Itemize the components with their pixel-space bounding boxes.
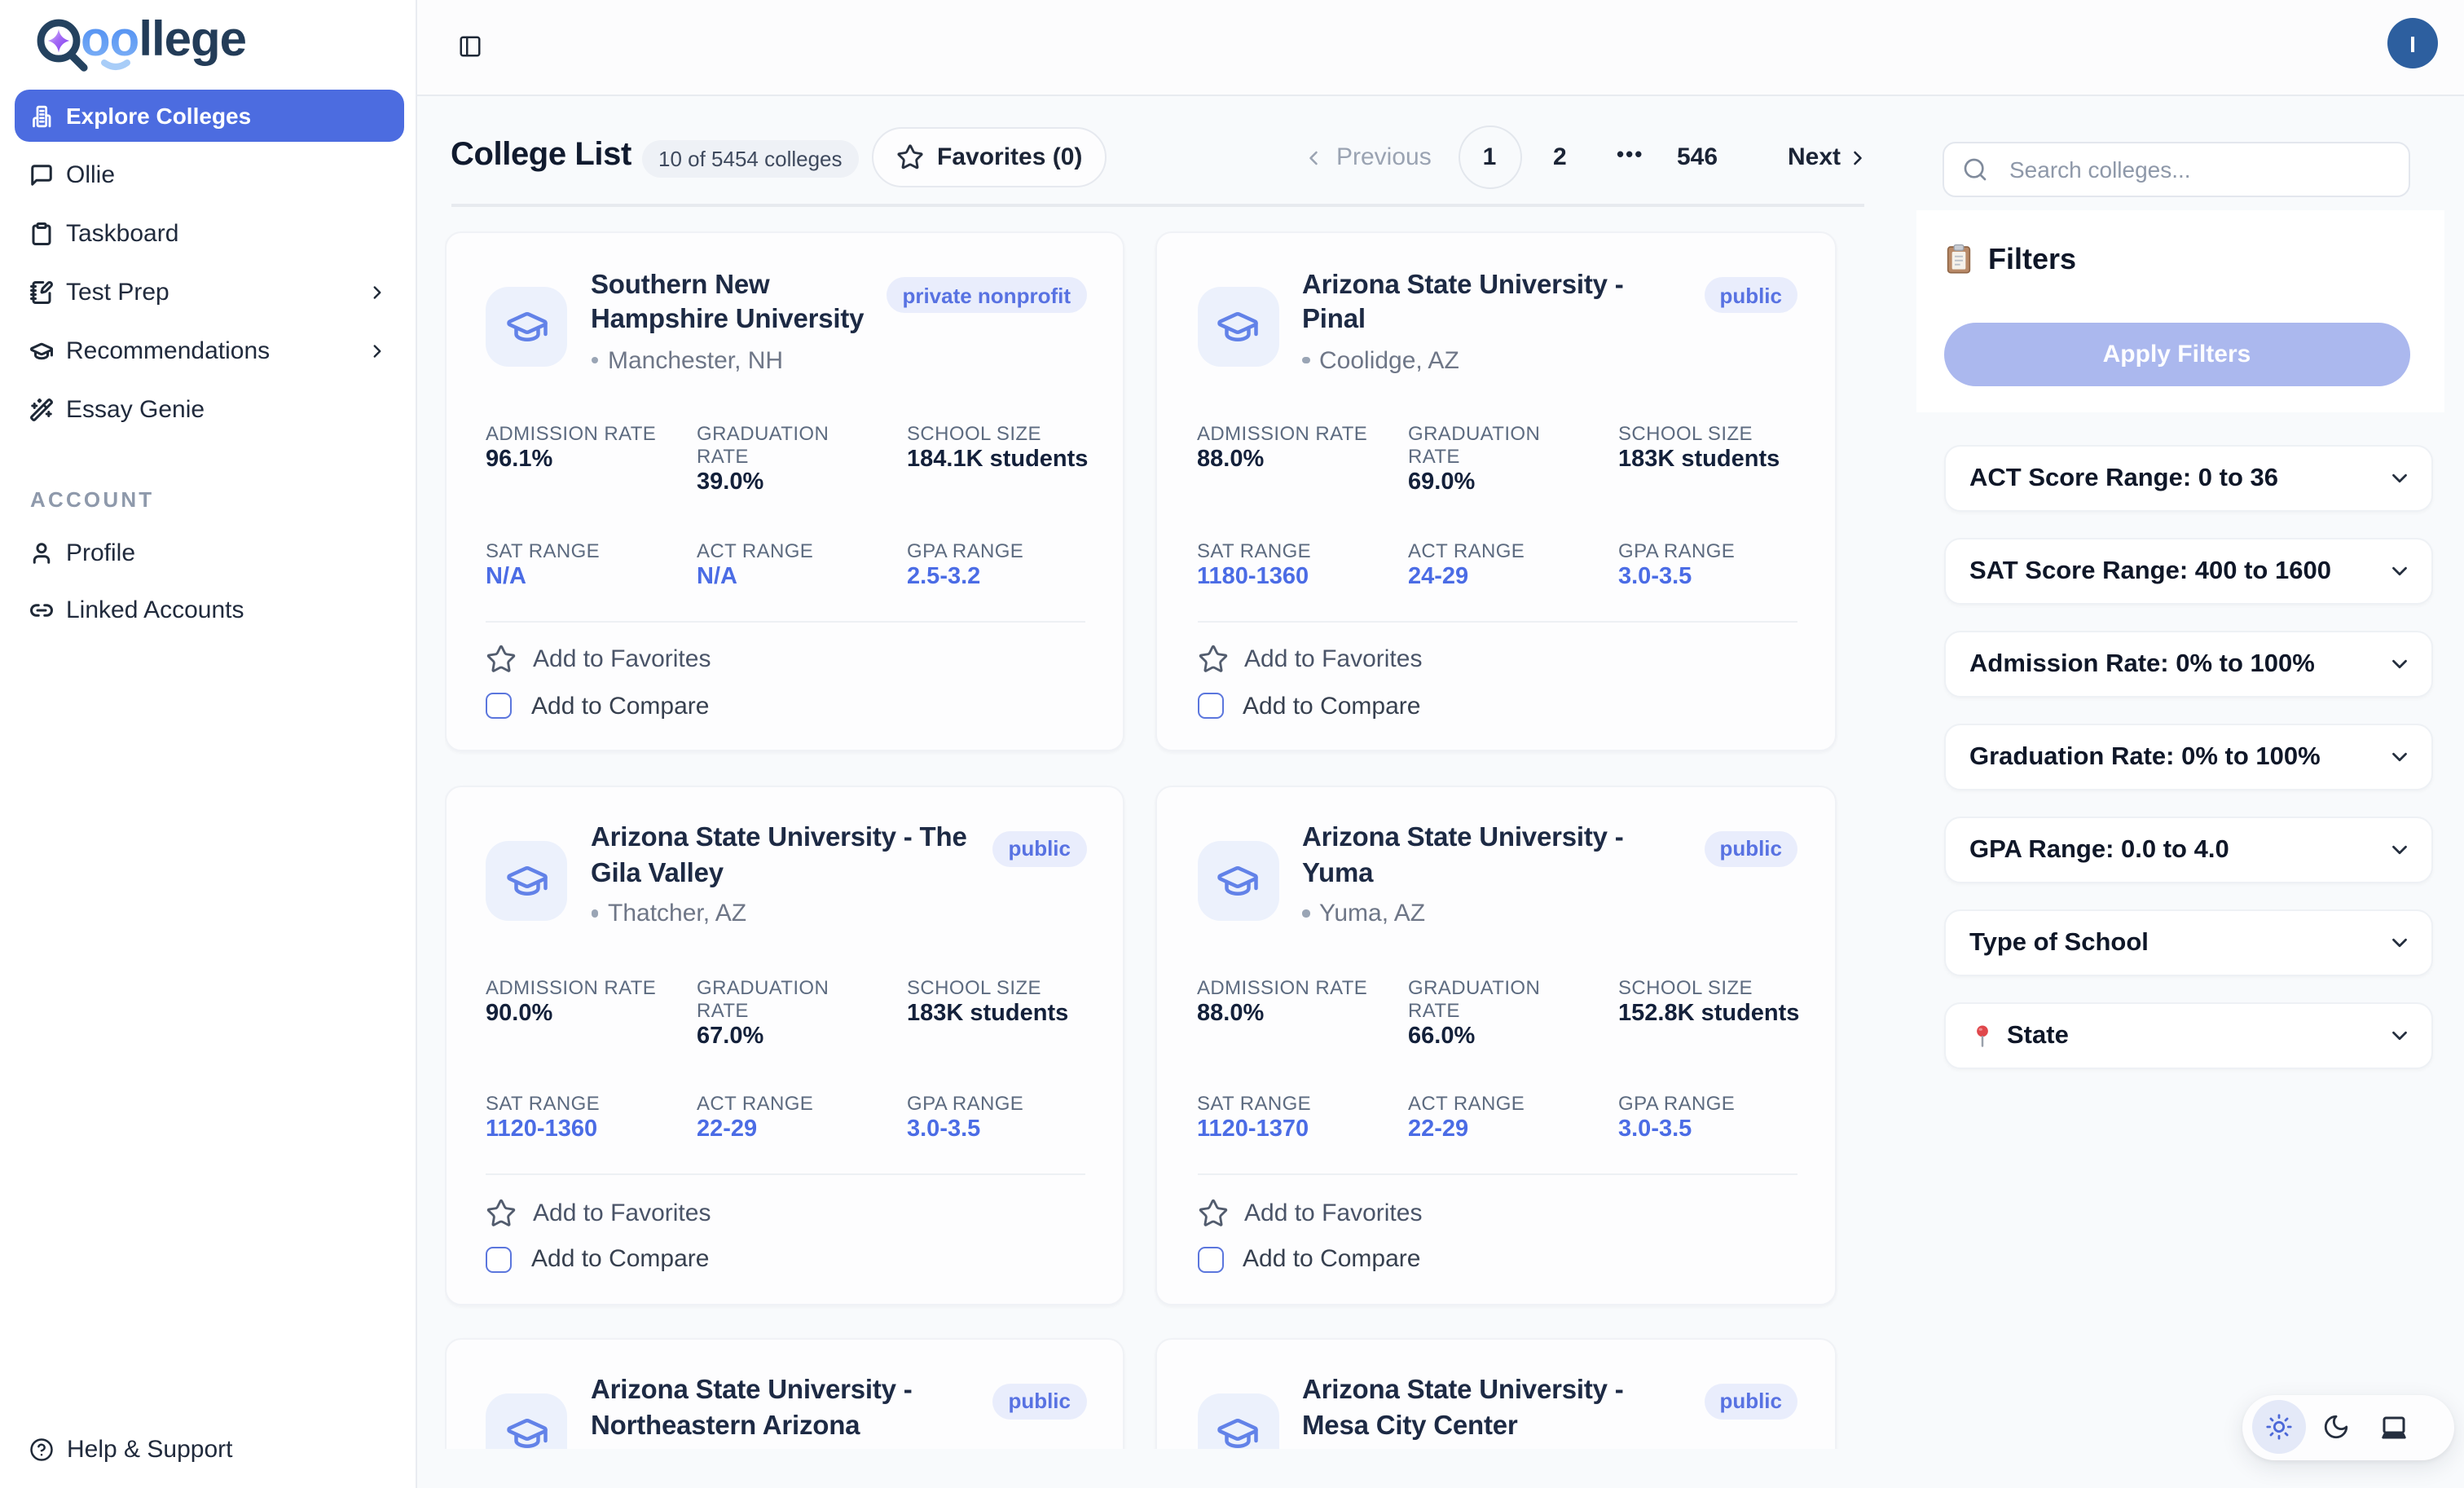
svg-text:oollege: oollege <box>81 16 246 66</box>
